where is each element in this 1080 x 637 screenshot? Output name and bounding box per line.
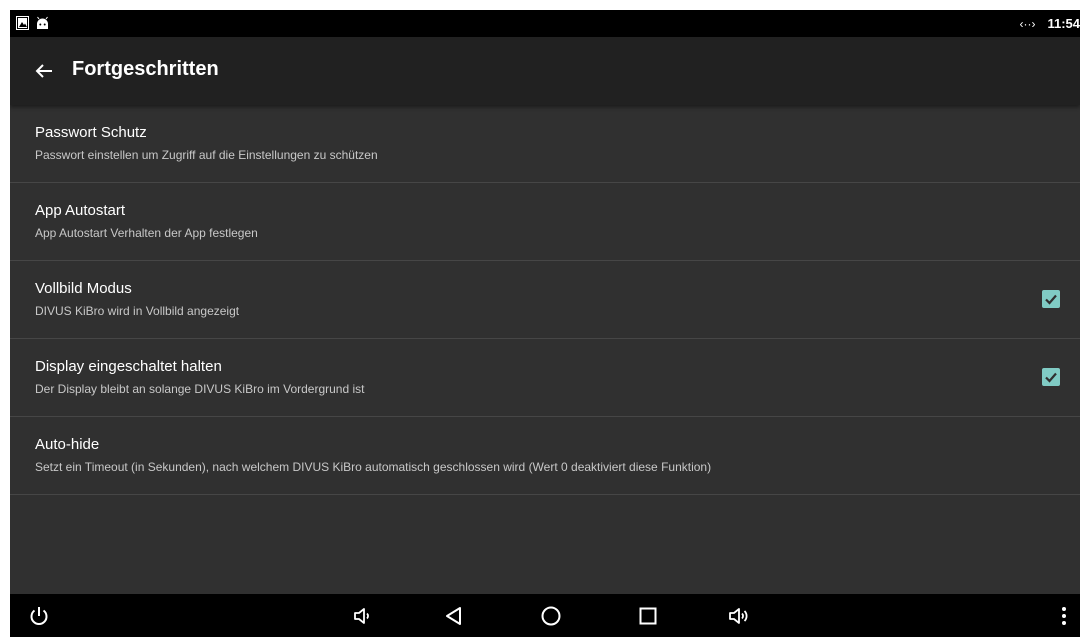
checkmark-icon	[1045, 372, 1057, 383]
back-triangle-icon[interactable]	[442, 604, 466, 628]
pref-summary: Passwort einstellen um Zugriff auf die E…	[35, 148, 378, 162]
pref-summary: App Autostart Verhalten der App festlege…	[35, 226, 258, 240]
status-time: 11:54	[1047, 16, 1080, 31]
page-title: Fortgeschritten	[72, 58, 219, 80]
image-notification-icon	[16, 16, 29, 30]
navigation-bar	[10, 594, 1080, 637]
app-window: ‹··› 11:54 Fortgeschritten Passwort Schu…	[10, 10, 1080, 637]
recents-square-icon[interactable]	[636, 604, 660, 628]
vollbild-checkbox[interactable]	[1042, 290, 1060, 308]
android-debug-icon	[36, 16, 49, 30]
pref-summary: Der Display bleibt an solange DIVUS KiBr…	[35, 382, 365, 396]
checkmark-icon	[1045, 294, 1057, 305]
pref-auto-hide[interactable]: Auto-hide Setzt ein Timeout (in Sekunden…	[10, 417, 1080, 495]
pref-app-autostart[interactable]: App Autostart App Autostart Verhalten de…	[10, 183, 1080, 261]
pref-title: Passwort Schutz	[35, 124, 147, 141]
pref-display-eingeschaltet[interactable]: Display eingeschaltet halten Der Display…	[10, 339, 1080, 417]
preference-list: Passwort Schutz Passwort einstellen um Z…	[10, 105, 1080, 495]
app-bar: Fortgeschritten	[10, 37, 1080, 105]
pref-passwort-schutz[interactable]: Passwort Schutz Passwort einstellen um Z…	[10, 105, 1080, 183]
status-bar: ‹··› 11:54	[10, 10, 1080, 37]
pref-title: Auto-hide	[35, 436, 100, 453]
pref-title: App Autostart	[35, 202, 126, 219]
status-right-group: ‹··› 11:54	[1019, 10, 1080, 37]
pref-vollbild-modus[interactable]: Vollbild Modus DIVUS KiBro wird in Vollb…	[10, 261, 1080, 339]
volume-up-icon[interactable]	[727, 604, 751, 628]
arrow-back-icon[interactable]	[30, 57, 58, 85]
overflow-menu-icon[interactable]	[1052, 604, 1076, 628]
display-on-checkbox[interactable]	[1042, 368, 1060, 386]
pref-summary: DIVUS KiBro wird in Vollbild angezeigt	[35, 304, 240, 318]
volume-down-icon[interactable]	[351, 604, 375, 628]
pref-title: Vollbild Modus	[35, 280, 132, 297]
power-icon[interactable]	[27, 604, 51, 628]
pref-summary: Setzt ein Timeout (in Sekunden), nach we…	[35, 460, 712, 474]
data-activity-icon: ‹··›	[1019, 16, 1036, 31]
home-circle-icon[interactable]	[539, 604, 563, 628]
pref-title: Display eingeschaltet halten	[35, 358, 222, 375]
